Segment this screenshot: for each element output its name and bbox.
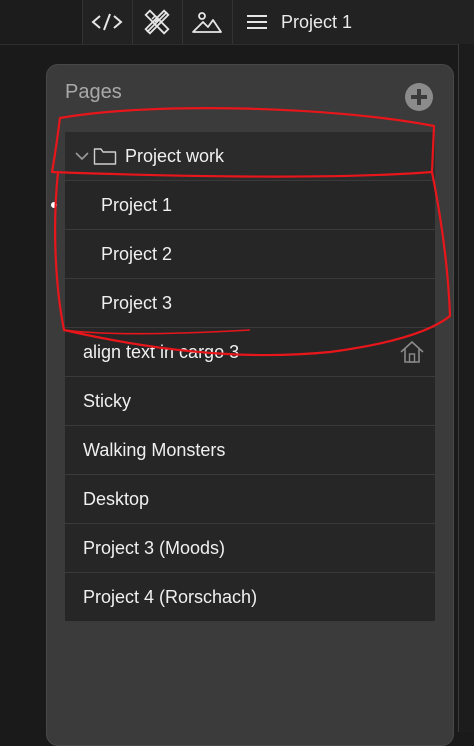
page-label: Project 2	[101, 243, 173, 264]
page-label: align text in cargo 3	[83, 341, 240, 362]
chevron-down-icon[interactable]	[75, 151, 89, 161]
pages-list: Project work Project 1 Project 2 Project…	[51, 132, 435, 622]
page-label: Project 3 (Moods)	[83, 537, 226, 558]
page-label: Project 3	[101, 292, 173, 313]
page-item-project-2[interactable]: Project 2	[65, 230, 435, 279]
design-button[interactable]	[132, 0, 181, 44]
code-view-button[interactable]	[82, 0, 131, 44]
page-label: Desktop	[83, 488, 150, 509]
pages-panel: Pages Project work Project 1 Project 2 P…	[46, 64, 454, 746]
add-page-button[interactable]	[405, 83, 433, 111]
active-page-indicator	[51, 202, 57, 208]
page-item-project-4-rorschach[interactable]: Project 4 (Rorschach)	[65, 573, 435, 622]
toolbar-left-area	[0, 0, 82, 44]
panel-title: Pages	[65, 81, 122, 103]
page-item-walking-monsters[interactable]: Walking Monsters	[65, 426, 435, 475]
home-icon[interactable]	[399, 340, 425, 364]
page-menu-button[interactable]: Project 1	[232, 0, 423, 44]
current-page-title: Project 1	[281, 11, 353, 32]
folder-label: Project work	[125, 145, 225, 166]
image-icon	[192, 12, 222, 33]
page-label: Sticky	[83, 390, 132, 411]
code-icon	[91, 13, 123, 31]
top-toolbar: Project 1	[0, 0, 474, 45]
folder-project-work[interactable]: Project work	[65, 132, 435, 181]
right-scroll-edge	[458, 44, 474, 732]
media-button[interactable]	[182, 0, 231, 44]
design-tools-icon	[144, 9, 170, 35]
page-item-project-1[interactable]: Project 1	[51, 181, 435, 230]
page-item-desktop[interactable]: Desktop	[65, 475, 435, 524]
menu-icon	[247, 15, 267, 29]
page-label: Project 1	[101, 194, 173, 215]
page-item-sticky[interactable]: Sticky	[65, 377, 435, 426]
page-item-project-3-moods[interactable]: Project 3 (Moods)	[65, 524, 435, 573]
folder-icon	[93, 148, 117, 165]
page-item-project-3[interactable]: Project 3	[65, 279, 435, 328]
page-label: Project 4 (Rorschach)	[83, 586, 258, 607]
page-label: Walking Monsters	[83, 439, 226, 460]
page-item-align-text[interactable]: align text in cargo 3	[65, 328, 435, 377]
